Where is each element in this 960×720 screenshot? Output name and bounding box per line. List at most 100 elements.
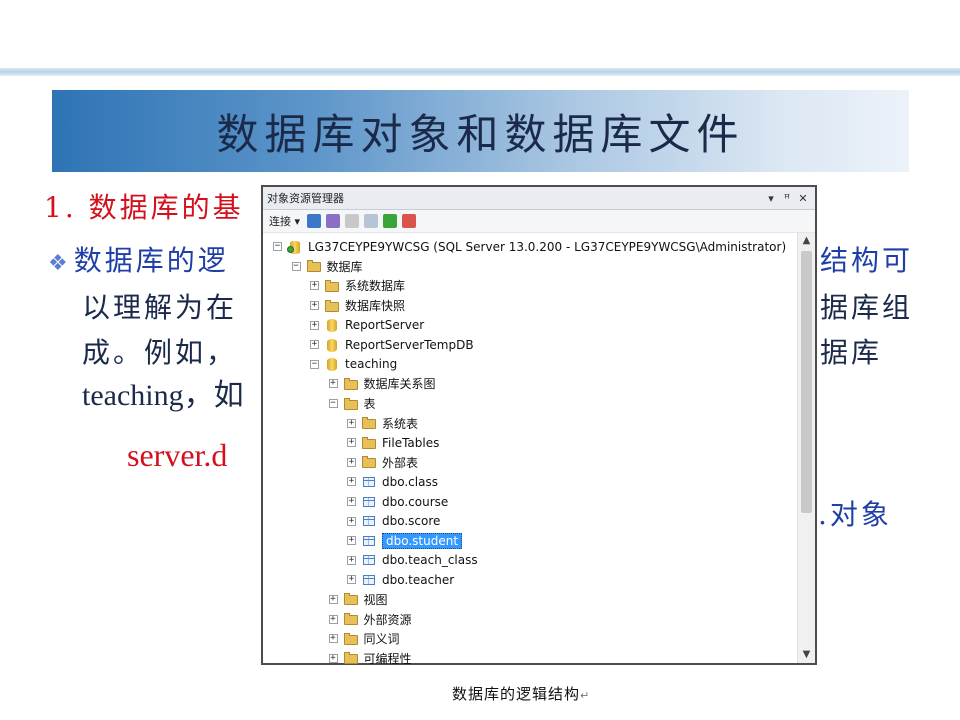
tree-node-label[interactable]: 数据库	[327, 258, 363, 275]
panel-toolbar: 连接 ▾	[263, 210, 815, 233]
tree-node[interactable]: − LG37CEYPE9YWCSG (SQL Server 13.0.200 - …	[263, 237, 798, 257]
tree-node-label[interactable]: dbo.teacher	[382, 573, 454, 587]
scroll-down-icon[interactable]: ▼	[798, 647, 815, 663]
paragraph-mark-icon: ↵	[580, 689, 591, 702]
expand-icon[interactable]: +	[347, 418, 356, 428]
tree-node[interactable]: + 可编程性	[263, 648, 798, 667]
tree-node[interactable]: + 同义词	[263, 629, 798, 649]
bullet-diamond-icon: ❖	[48, 251, 68, 276]
tree-node[interactable]: + 数据库关系图	[263, 374, 798, 394]
tree-node[interactable]: + ReportServer	[263, 315, 798, 335]
collapse-icon[interactable]: −	[328, 399, 338, 409]
tree-node[interactable]: − 数据库	[263, 257, 798, 277]
tree-node-label[interactable]: ReportServer	[345, 318, 424, 332]
disconnect-icon[interactable]	[326, 214, 341, 228]
table-icon	[361, 475, 377, 489]
expand-icon[interactable]: +	[328, 653, 338, 663]
connect-button[interactable]: 连接 ▾	[269, 213, 300, 229]
tree-node[interactable]: − teaching	[263, 355, 798, 375]
tree-node[interactable]: + 外部表	[263, 453, 798, 473]
folder-icon	[324, 299, 340, 313]
object-explorer-panel: 对象资源管理器 ▾ ꟸ ✕ 连接 ▾ − LG37CEYPE9YWCSG (SQL…	[261, 185, 817, 667]
vertical-scrollbar[interactable]: ▲ ▼	[797, 233, 815, 663]
expand-icon[interactable]: +	[347, 575, 356, 585]
folder-icon	[343, 377, 359, 391]
tree-node-label[interactable]: 系统数据库	[345, 277, 405, 294]
table-icon	[361, 553, 377, 567]
expand-icon[interactable]: +	[347, 438, 356, 448]
close-icon[interactable]: ✕	[795, 192, 811, 205]
tree-node-label[interactable]: 表	[364, 395, 376, 412]
tree-node[interactable]: + 系统表	[263, 413, 798, 433]
tree-node[interactable]: + dbo.student	[263, 531, 798, 551]
tree-node[interactable]: + dbo.teacher	[263, 570, 798, 590]
activity-monitor-icon[interactable]	[402, 214, 417, 228]
tree-node-label[interactable]: FileTables	[382, 436, 439, 450]
code-line: server.d	[127, 437, 228, 473]
tree-node-label[interactable]: dbo.course	[382, 495, 448, 509]
scrollbar-thumb[interactable]	[801, 251, 812, 513]
top-decorative-band	[0, 68, 960, 76]
folder-icon	[343, 651, 359, 665]
collapse-icon[interactable]: −	[310, 359, 319, 369]
tree-node-label[interactable]: dbo.teach_class	[382, 553, 478, 567]
tree-node[interactable]: + 数据库快照	[263, 296, 798, 316]
expand-icon[interactable]: +	[310, 320, 319, 330]
tree-node[interactable]: + ReportServerTempDB	[263, 335, 798, 355]
tree-node-label[interactable]: dbo.class	[382, 475, 438, 489]
expand-icon[interactable]: +	[310, 281, 319, 291]
tree-node-label[interactable]: dbo.score	[382, 514, 440, 528]
connect-server-icon[interactable]	[307, 214, 322, 228]
expand-icon[interactable]: +	[310, 301, 319, 311]
expand-icon[interactable]: +	[310, 340, 319, 350]
tree-node[interactable]: + 视图	[263, 590, 798, 610]
stop-icon[interactable]	[345, 214, 360, 228]
dropdown-icon[interactable]: ▾	[763, 192, 779, 205]
expand-icon[interactable]: +	[328, 614, 338, 624]
tree-node[interactable]: + dbo.teach_class	[263, 551, 798, 571]
filter-icon[interactable]	[364, 214, 379, 228]
expand-icon[interactable]: +	[328, 594, 338, 604]
expand-icon[interactable]: +	[328, 634, 338, 644]
tree-node-label[interactable]: 可编程性	[364, 650, 412, 667]
title-banner: 数据库对象和数据库文件	[52, 90, 909, 172]
tree-node-label[interactable]: 外部表	[382, 454, 418, 471]
expand-icon[interactable]: +	[347, 477, 356, 487]
expand-icon[interactable]: +	[347, 555, 356, 565]
tree-node-label[interactable]: 数据库关系图	[364, 375, 436, 392]
folder-icon	[361, 455, 377, 469]
tree-node[interactable]: + FileTables	[263, 433, 798, 453]
expand-icon[interactable]: +	[347, 516, 356, 526]
table-icon	[361, 514, 377, 528]
collapse-icon[interactable]: −	[291, 261, 301, 271]
tree-node-label[interactable]: 系统表	[382, 415, 418, 432]
tree-node-label[interactable]: LG37CEYPE9YWCSG (SQL Server 13.0.200 - L…	[308, 240, 786, 254]
collapse-icon[interactable]: −	[273, 242, 282, 252]
expand-icon[interactable]: +	[328, 379, 338, 389]
db-icon	[324, 318, 340, 333]
tree-node[interactable]: + dbo.score	[263, 511, 798, 531]
tree-node[interactable]: + dbo.class	[263, 472, 798, 492]
pin-icon[interactable]: ꟸ	[779, 192, 795, 205]
tree-node-label[interactable]: 视图	[364, 591, 388, 608]
expand-icon[interactable]: +	[347, 536, 356, 546]
tree-node[interactable]: + 外部资源	[263, 609, 798, 629]
refresh-icon[interactable]	[383, 214, 398, 228]
tree-node-label[interactable]: 同义词	[364, 630, 400, 647]
tree-node[interactable]: + 系统数据库	[263, 276, 798, 296]
table-icon	[361, 534, 377, 548]
figure-caption-text: 数据库的逻辑结构	[452, 685, 581, 703]
tree-node-label[interactable]: dbo.student	[382, 532, 463, 549]
tree-node[interactable]: + dbo.course	[263, 492, 798, 512]
figure-caption: 数据库的逻辑结构↵	[452, 683, 590, 704]
expand-icon[interactable]: +	[347, 497, 356, 507]
tree-node-label[interactable]: 数据库快照	[345, 297, 405, 314]
tree-node-label[interactable]: ReportServerTempDB	[345, 338, 474, 352]
tree-node-label[interactable]: teaching	[345, 357, 397, 371]
tree-node-label[interactable]: 外部资源	[364, 611, 412, 628]
scroll-up-icon[interactable]: ▲	[798, 233, 815, 249]
panel-titlebar: 对象资源管理器 ▾ ꟸ ✕	[263, 187, 815, 210]
expand-icon[interactable]: +	[347, 457, 356, 467]
tree-node[interactable]: − 表	[263, 394, 798, 414]
db-icon	[324, 338, 340, 352]
